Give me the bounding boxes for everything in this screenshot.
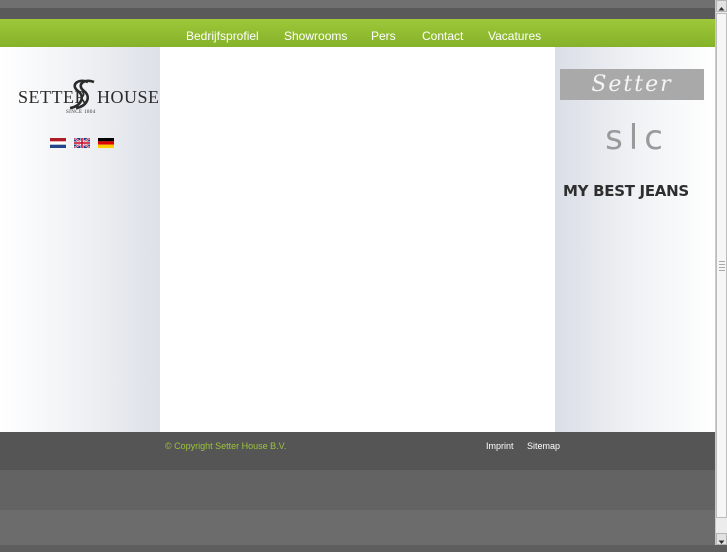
nav-item-bedrijfsprofiel[interactable]: Bedrijfsprofiel xyxy=(186,19,259,47)
main-navigation: Bedrijfsprofiel Showrooms Pers Contact V… xyxy=(0,19,715,47)
arrow-down-icon xyxy=(718,540,725,544)
nav-item-showrooms[interactable]: Showrooms xyxy=(284,19,347,47)
footer-link-sitemap[interactable]: Sitemap xyxy=(527,441,560,451)
nav-item-contact[interactable]: Contact xyxy=(422,19,463,47)
scroll-down-button[interactable] xyxy=(716,533,727,545)
footer-link-imprint[interactable]: Imprint xyxy=(486,441,514,451)
vertical-scrollbar[interactable] xyxy=(715,0,727,545)
top-bar xyxy=(0,0,715,19)
page: Bedrijfsprofiel Showrooms Pers Contact V… xyxy=(0,0,715,545)
setter-house-logo[interactable]: SETTER HOUSE SINCE 1804 xyxy=(18,79,159,121)
copyright-text: © Copyright Setter House B.V. xyxy=(165,441,287,451)
nav-item-vacatures[interactable]: Vacatures xyxy=(488,19,541,47)
brand-my-best-jeans-link[interactable]: MY BEST JEANS xyxy=(563,179,703,203)
scroll-up-button[interactable] xyxy=(716,0,727,12)
brand-setter-link[interactable]: Setter xyxy=(560,69,704,100)
uk-flag-icon[interactable] xyxy=(74,138,90,148)
footer: © Copyright Setter House B.V. Imprint Si… xyxy=(0,432,715,545)
german-flag-icon[interactable] xyxy=(98,138,114,148)
left-sidebar: SETTER HOUSE SINCE 1804 xyxy=(0,47,160,432)
brand-slc-link[interactable]: slc xyxy=(575,115,699,161)
main-content xyxy=(160,47,555,432)
dutch-flag-icon[interactable] xyxy=(50,138,66,148)
brand-setter-logo: Setter xyxy=(591,72,673,97)
logo-text-house: HOUSE xyxy=(97,87,160,107)
logo-tagline: SINCE 1804 xyxy=(66,110,96,115)
nav-item-pers[interactable]: Pers xyxy=(371,19,396,47)
right-sidebar: Setter slc MY BEST JEANS xyxy=(555,47,715,432)
scroll-thumb[interactable] xyxy=(716,13,727,518)
